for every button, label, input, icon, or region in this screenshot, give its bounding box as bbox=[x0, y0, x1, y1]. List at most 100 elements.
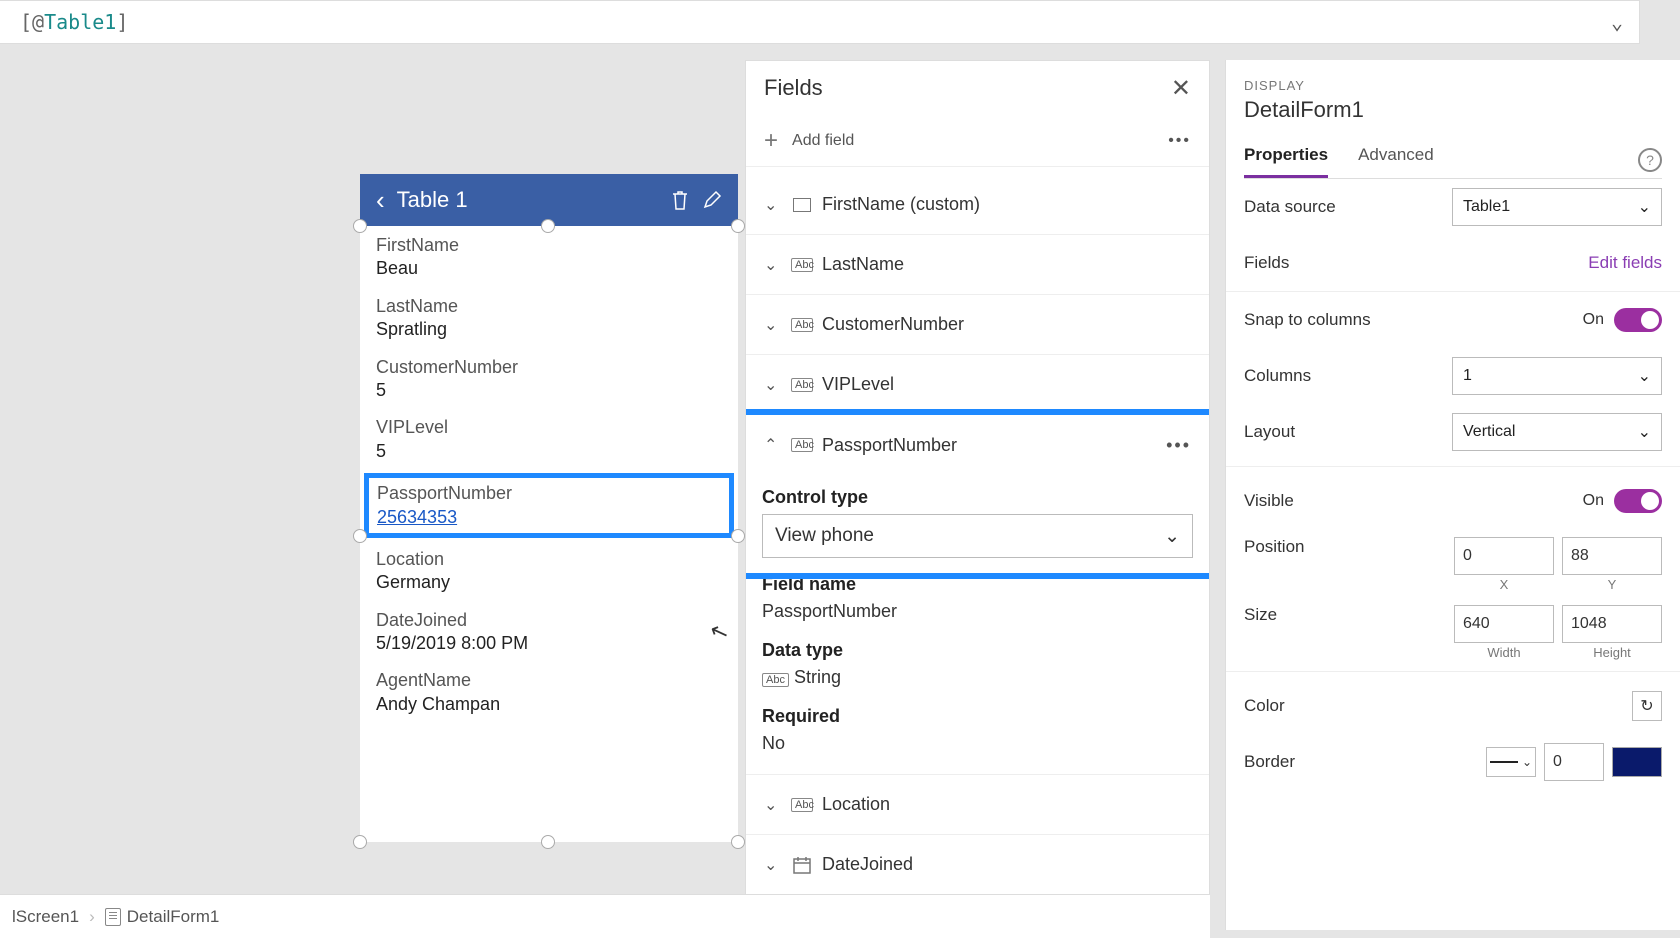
selection-handle[interactable] bbox=[731, 835, 745, 849]
position-y-input[interactable]: 88 bbox=[1562, 537, 1662, 575]
chevron-down-icon: ⌄ bbox=[764, 315, 782, 335]
field-location: Location Germany bbox=[376, 548, 722, 595]
visible-label: Visible bbox=[1244, 491, 1583, 511]
back-icon[interactable]: ‹ bbox=[376, 185, 385, 216]
field-name-value: PassportNumber bbox=[762, 601, 1193, 622]
selection-handle[interactable] bbox=[353, 529, 367, 543]
field-item-datejoined[interactable]: ⌄ DateJoined bbox=[746, 835, 1209, 895]
text-type-icon: Abc bbox=[792, 438, 812, 452]
form-icon bbox=[105, 908, 121, 926]
formula-bar[interactable]: [@Table1] ⌄ bbox=[0, 0, 1640, 44]
visible-toggle[interactable] bbox=[1614, 489, 1662, 513]
size-width-input[interactable]: 640 bbox=[1454, 605, 1554, 643]
text-type-icon: Abc bbox=[792, 378, 812, 392]
formula-text: [@Table1] bbox=[20, 10, 128, 34]
position-label: Position bbox=[1244, 537, 1454, 557]
border-label: Border bbox=[1244, 752, 1486, 772]
more-icon[interactable]: ••• bbox=[1166, 435, 1191, 456]
fields-label: Fields bbox=[1244, 253, 1588, 273]
selection-handle[interactable] bbox=[353, 835, 367, 849]
tab-properties[interactable]: Properties bbox=[1244, 145, 1328, 178]
tab-advanced[interactable]: Advanced bbox=[1358, 145, 1434, 178]
color-picker-button[interactable]: ↻ bbox=[1632, 691, 1662, 721]
text-type-icon: Abc bbox=[792, 258, 812, 272]
field-item-lastname[interactable]: ⌄ Abc LastName bbox=[746, 235, 1209, 295]
breadcrumb: lScreen1 › DetailForm1 bbox=[0, 894, 1210, 938]
chevron-down-icon: ⌄ bbox=[1638, 366, 1651, 386]
selection-handle[interactable] bbox=[541, 835, 555, 849]
formula-expand-icon[interactable]: ⌄ bbox=[1611, 10, 1623, 34]
selection-handle[interactable] bbox=[353, 219, 367, 233]
fields-panel: Fields ✕ + Add field ••• ⌄ FirstName (cu… bbox=[745, 60, 1210, 930]
breadcrumb-screen[interactable]: lScreen1 bbox=[12, 907, 79, 927]
chevron-down-icon: ⌄ bbox=[764, 855, 782, 875]
selection-handle[interactable] bbox=[541, 219, 555, 233]
help-icon[interactable]: ? bbox=[1638, 148, 1662, 172]
breadcrumb-separator: › bbox=[89, 907, 95, 927]
chevron-down-icon: ⌄ bbox=[764, 195, 782, 215]
position-x-input[interactable]: 0 bbox=[1454, 537, 1554, 575]
phone-title: Table 1 bbox=[397, 187, 658, 213]
fields-panel-title: Fields bbox=[764, 75, 823, 101]
field-lastname: LastName Spratling bbox=[376, 295, 722, 342]
data-source-select[interactable]: Table1 ⌄ bbox=[1452, 188, 1662, 226]
phone-body: FirstName Beau LastName Spratling Custom… bbox=[360, 226, 738, 738]
border-width-input[interactable]: 0 bbox=[1544, 743, 1604, 781]
data-type-value: Abc String bbox=[762, 667, 1193, 688]
properties-panel: DISPLAY DetailForm1 ? Properties Advance… bbox=[1225, 60, 1680, 930]
data-type-label: Data type bbox=[762, 640, 1193, 661]
layout-select[interactable]: Vertical ⌄ bbox=[1452, 413, 1662, 451]
columns-select[interactable]: 1 ⌄ bbox=[1452, 357, 1662, 395]
required-label: Required bbox=[762, 706, 1193, 727]
chevron-up-icon: ⌃ bbox=[764, 435, 782, 455]
add-field-label: Add field bbox=[792, 132, 854, 150]
field-item-passport-details: Control type View phone ⌄ Field name Pas… bbox=[746, 475, 1209, 775]
control-type-label: Control type bbox=[762, 487, 1193, 508]
border-color-swatch[interactable] bbox=[1612, 747, 1662, 777]
chevron-down-icon: ⌄ bbox=[1638, 197, 1651, 217]
field-viplevel: VIPLevel 5 bbox=[376, 416, 722, 463]
field-name-label: Field name bbox=[762, 574, 1193, 595]
field-item-customernumber[interactable]: ⌄ Abc CustomerNumber bbox=[746, 295, 1209, 355]
phone-preview[interactable]: ‹ Table 1 FirstName Beau LastName Spratl… bbox=[360, 174, 738, 842]
add-field-button[interactable]: + Add field ••• bbox=[746, 115, 1209, 167]
selection-handle[interactable] bbox=[731, 529, 745, 543]
edit-fields-link[interactable]: Edit fields bbox=[1588, 253, 1662, 273]
field-firstname: FirstName Beau bbox=[376, 234, 722, 281]
passport-value[interactable]: 25634353 bbox=[377, 506, 721, 529]
trash-icon[interactable] bbox=[670, 189, 690, 211]
plus-icon: + bbox=[764, 127, 778, 155]
field-item-firstname[interactable]: ⌄ FirstName (custom) bbox=[746, 175, 1209, 235]
text-type-icon: Abc bbox=[762, 673, 789, 687]
color-label: Color bbox=[1244, 696, 1632, 716]
breadcrumb-form[interactable]: DetailForm1 bbox=[105, 907, 220, 927]
passport-label: PassportNumber bbox=[377, 482, 721, 505]
snap-label: Snap to columns bbox=[1244, 310, 1583, 330]
edit-icon[interactable] bbox=[702, 190, 722, 210]
field-item-viplevel[interactable]: ⌄ Abc VIPLevel bbox=[746, 355, 1209, 415]
field-item-location[interactable]: ⌄ Abc Location bbox=[746, 775, 1209, 835]
size-label: Size bbox=[1244, 605, 1454, 625]
tabs: Properties Advanced bbox=[1244, 145, 1662, 179]
snap-toggle[interactable] bbox=[1614, 308, 1662, 332]
more-icon[interactable]: ••• bbox=[1168, 132, 1191, 150]
text-type-icon: Abc bbox=[792, 798, 812, 812]
object-name: DetailForm1 bbox=[1244, 97, 1662, 123]
control-type-select[interactable]: View phone ⌄ bbox=[762, 514, 1193, 558]
data-source-label: Data source bbox=[1244, 197, 1452, 217]
close-icon[interactable]: ✕ bbox=[1171, 74, 1191, 103]
field-agentname: AgentName Andy Champan bbox=[376, 669, 722, 716]
display-caption: DISPLAY bbox=[1244, 78, 1662, 93]
chevron-down-icon: ⌄ bbox=[1638, 422, 1651, 442]
text-type-icon: Abc bbox=[792, 318, 812, 332]
size-height-input[interactable]: 1048 bbox=[1562, 605, 1662, 643]
field-passport-highlight: PassportNumber 25634353 bbox=[364, 473, 734, 538]
border-style-select[interactable]: ⌄ bbox=[1486, 747, 1536, 777]
layout-label: Layout bbox=[1244, 422, 1452, 442]
field-customernumber: CustomerNumber 5 bbox=[376, 356, 722, 403]
custom-type-icon bbox=[792, 198, 812, 212]
fields-panel-header: Fields ✕ bbox=[746, 61, 1209, 115]
selection-handle[interactable] bbox=[731, 219, 745, 233]
field-item-passport[interactable]: ⌃ Abc PassportNumber ••• bbox=[746, 415, 1209, 475]
field-datejoined: DateJoined 5/19/2019 8:00 PM bbox=[376, 609, 722, 656]
